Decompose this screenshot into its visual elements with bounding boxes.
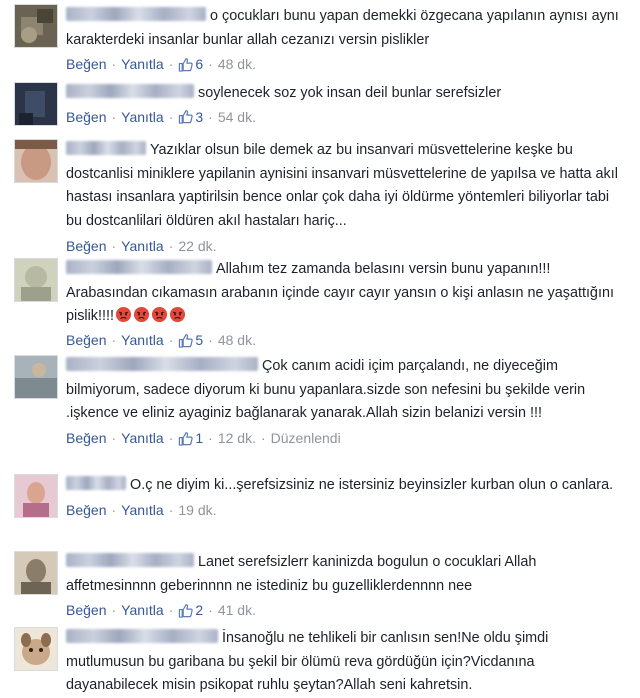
like-count[interactable]: 2: [195, 600, 203, 620]
reply-button[interactable]: Yanıtla: [121, 428, 164, 448]
thumbs-up-icon: [179, 57, 194, 72]
comment-actions: Beğen · Yanıtla · 19 dk.: [66, 500, 217, 520]
reply-button[interactable]: Yanıtla: [121, 54, 164, 74]
like-count[interactable]: 3: [195, 107, 203, 127]
reply-button[interactable]: Yanıtla: [121, 600, 164, 620]
avatar[interactable]: [14, 258, 58, 302]
comment-text: İnsanoğlu ne tehlikeli bir canlısın sen!…: [66, 629, 549, 694]
comment-text: O.ç ne diyim ki...şerefsizsiniz ne ister…: [66, 474, 626, 498]
like-button[interactable]: Beğen: [66, 107, 106, 127]
like-button[interactable]: Beğen: [66, 54, 106, 74]
comment-feed: o çocukları bunu yapan demekki özgecana …: [0, 0, 640, 693]
author-name[interactable]: [66, 84, 194, 98]
timestamp[interactable]: 48 dk.: [218, 330, 256, 350]
angry-emojis: [114, 307, 186, 324]
reply-button[interactable]: Yanıtla: [121, 107, 164, 127]
author-name[interactable]: [66, 629, 218, 643]
timestamp[interactable]: 12 dk.: [218, 428, 256, 448]
author-name[interactable]: [66, 260, 212, 274]
comment-text: Çok canım acidi içim parçalandı, ne diye…: [66, 357, 586, 422]
like-button[interactable]: Beğen: [66, 330, 106, 350]
reply-button[interactable]: Yanıtla: [121, 236, 164, 256]
timestamp[interactable]: 22 dk.: [178, 236, 216, 256]
comment-text: Lanet serefsizlerr kaninizda bogulun o c…: [66, 553, 537, 594]
thumbs-up-icon: [179, 110, 194, 124]
comment-text: Allahım tez zamanda belasını versin bunu…: [66, 260, 614, 325]
timestamp[interactable]: 19 dk.: [178, 500, 216, 520]
like-count[interactable]: 6: [195, 54, 203, 74]
timestamp[interactable]: 54 dk.: [218, 107, 256, 127]
reply-button[interactable]: Yanıtla: [121, 330, 164, 350]
angry-face-icon: [169, 307, 186, 323]
author-name[interactable]: [66, 141, 146, 155]
timestamp[interactable]: 41 dk.: [218, 600, 256, 620]
angry-face-icon: [133, 307, 150, 323]
like-button[interactable]: Beğen: [66, 236, 106, 256]
comment-text: o çocukları bunu yapan demekki özgecana …: [66, 7, 619, 48]
edited-label[interactable]: Düzenlendi: [271, 428, 341, 448]
avatar[interactable]: [14, 474, 58, 518]
comment-actions: Beğen · Yanıtla · 6 · 48 dk.: [66, 54, 256, 74]
like-count[interactable]: 5: [195, 330, 203, 350]
thumbs-up-icon: [179, 603, 194, 618]
author-name[interactable]: [66, 357, 258, 371]
comment-actions: Beğen · Yanıtla · 5 · 48 dk.: [66, 330, 256, 350]
angry-face-icon: [151, 307, 168, 323]
thumbs-up-icon: [179, 431, 194, 446]
author-name[interactable]: [66, 476, 126, 490]
timestamp[interactable]: 48 dk.: [218, 54, 256, 74]
avatar[interactable]: [14, 139, 58, 183]
author-name[interactable]: [66, 7, 206, 21]
avatar[interactable]: [14, 4, 58, 48]
reply-button[interactable]: Yanıtla: [121, 500, 164, 520]
angry-face-icon: [115, 307, 132, 323]
comment-actions: Beğen · Yanıtla · 22 dk.: [66, 236, 217, 256]
author-name[interactable]: [66, 553, 194, 567]
avatar[interactable]: [14, 82, 58, 126]
comment-text: soylenecek soz yok insan deil bunlar ser…: [66, 82, 626, 106]
like-count[interactable]: 1: [195, 428, 203, 448]
comment-actions: Beğen · Yanıtla · 1 · 12 dk. · Düzenlend…: [66, 428, 341, 448]
avatar[interactable]: [14, 551, 58, 595]
like-button[interactable]: Beğen: [66, 428, 106, 448]
avatar[interactable]: [14, 355, 58, 399]
avatar[interactable]: [14, 627, 58, 671]
like-button[interactable]: Beğen: [66, 500, 106, 520]
comment-actions: Beğen · Yanıtla · 2 · 41 dk.: [66, 600, 256, 620]
like-button[interactable]: Beğen: [66, 600, 106, 620]
comment-actions: Beğen · Yanıtla · 3 · 54 dk.: [66, 107, 256, 127]
thumbs-up-icon: [179, 333, 194, 348]
comment-text: Yazıklar olsun bile demek az bu insanvar…: [66, 141, 618, 230]
